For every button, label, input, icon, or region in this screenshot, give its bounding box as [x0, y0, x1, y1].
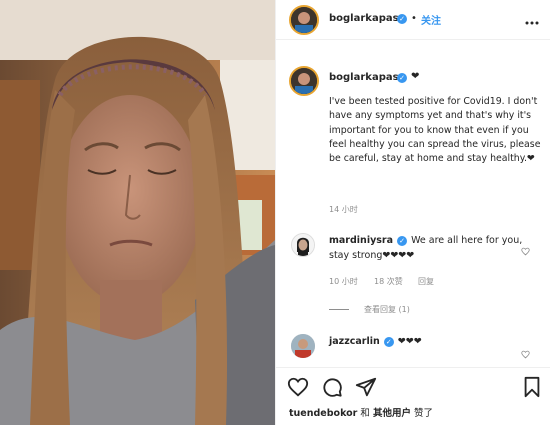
liker-username[interactable]: tuendebokor — [289, 408, 357, 419]
comment-username[interactable]: jazzcarlin — [329, 336, 380, 347]
caption-heart: ❤ — [411, 71, 420, 82]
comment-like-icon[interactable] — [521, 241, 530, 256]
share-paper-plane-icon[interactable] — [355, 376, 377, 398]
comment-like-count[interactable]: 18 次赞 — [374, 276, 403, 287]
comment-like-icon[interactable] — [521, 344, 530, 359]
follow-separator: • — [411, 13, 417, 24]
likes-liked-text: 赞了 — [413, 408, 433, 419]
caption-author-username[interactable]: boglarkapas — [329, 72, 399, 83]
post-header: boglarkapas ✓ • 关注 — [276, 0, 550, 40]
comment-body: jazzcarlin ✓ ❤❤❤ — [329, 335, 529, 350]
caption-verified-badge-icon: ✓ — [397, 73, 407, 83]
caption-author-avatar[interactable] — [289, 66, 319, 96]
view-replies-button[interactable]: 查看回复 (1) — [364, 304, 410, 315]
post-panel: boglarkapas ✓ • 关注 boglarkapas ✓ ❤ I've … — [275, 0, 550, 425]
caption-timestamp[interactable]: 14 小时 — [329, 204, 358, 215]
author-avatar-image — [291, 7, 317, 33]
post-action-bar: tuendebokor 和 其他用户 赞了 — [276, 367, 550, 425]
comment-avatar-image — [291, 334, 315, 358]
comment-body: mardiniysra ✓ We are all here for you, s… — [329, 234, 529, 263]
more-options-icon[interactable] — [524, 13, 540, 25]
follow-button[interactable]: 关注 — [421, 12, 441, 27]
comment-verified-badge-icon: ✓ — [397, 235, 408, 246]
comment-text: ❤❤❤ — [397, 336, 422, 347]
comment-username[interactable]: mardiniysra — [329, 235, 393, 246]
comment-timestamp[interactable]: 10 小时 — [329, 276, 358, 287]
author-username[interactable]: boglarkapas — [329, 13, 399, 24]
comment-avatar-image — [292, 234, 314, 256]
comment-avatar[interactable] — [291, 233, 315, 257]
post-photo[interactable] — [0, 0, 275, 425]
comment-avatar[interactable] — [291, 334, 315, 358]
comment-bubble-icon[interactable] — [321, 376, 343, 398]
comment-reply-button[interactable]: 回复 — [418, 276, 434, 287]
comment-verified-badge-icon: ✓ — [383, 336, 394, 347]
post-caption: I've been tested positive for Covid19. I… — [329, 96, 541, 165]
save-bookmark-icon[interactable] — [521, 376, 543, 398]
verified-badge-icon: ✓ — [397, 14, 407, 24]
like-heart-icon[interactable] — [287, 376, 309, 398]
caption-author-avatar-image — [291, 68, 317, 94]
likes-and-text: 和 — [360, 408, 370, 419]
likes-summary: tuendebokor 和 其他用户 赞了 — [289, 405, 433, 419]
other-likers-link[interactable]: 其他用户 — [373, 408, 411, 419]
post-photo-illustration — [0, 0, 275, 425]
replies-divider — [329, 309, 349, 310]
author-avatar[interactable] — [289, 5, 319, 35]
